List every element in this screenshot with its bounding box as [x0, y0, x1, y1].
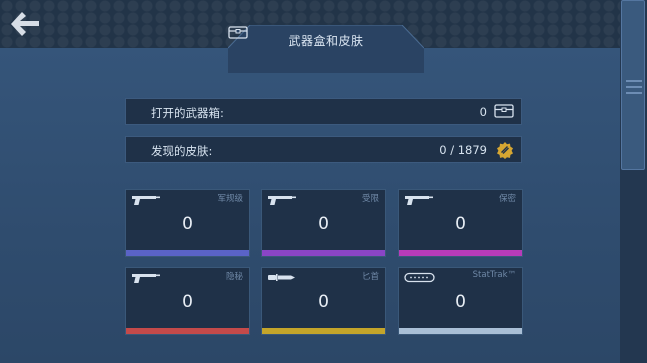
rarity-card: 军规级 0 [125, 189, 250, 257]
rarity-color-bar [126, 250, 249, 256]
back-arrow-icon [11, 12, 39, 36]
skins-found-value: 0 / 1879 [439, 143, 487, 157]
rarity-color-bar [262, 328, 385, 334]
rarity-label: 受限 [361, 194, 379, 204]
case-icon [228, 26, 248, 39]
rarity-color-bar [126, 328, 249, 334]
rarity-card: 受限 0 [261, 189, 386, 257]
rarity-label: 隐秘 [225, 272, 243, 282]
cases-opened-row: 打开的武器箱: 0 [125, 98, 522, 125]
rarity-count: 0 [455, 292, 466, 312]
page-title: 武器盒和皮肤 [288, 34, 364, 48]
grip-icon [626, 80, 642, 94]
rarity-card: 保密 0 [398, 189, 523, 257]
rarity-label: 匕首 [361, 272, 379, 282]
pistol-icon [268, 196, 296, 205]
cases-opened-label: 打开的武器箱: [151, 106, 224, 120]
title-tab: 武器盒和皮肤 [228, 25, 424, 73]
rarity-label: StatTrak™ [472, 270, 516, 280]
rarity-count: 0 [182, 292, 193, 312]
back-button[interactable] [9, 10, 41, 38]
stattrak-counter-icon [404, 272, 435, 283]
skins-found-row: 发现的皮肤: 0 / 1879 [125, 136, 522, 163]
rarity-label: 军规级 [217, 194, 243, 204]
skins-found-label: 发现的皮肤: [151, 144, 213, 158]
rarity-card: 隐秘 0 [125, 267, 250, 335]
skin-badge-icon [497, 142, 513, 159]
rarity-count: 0 [455, 214, 466, 234]
cases-opened-value: 0 [479, 105, 487, 119]
knife-icon [268, 274, 295, 281]
case-icon [494, 104, 514, 118]
rarity-count: 0 [318, 214, 329, 234]
rarity-card: 匕首 0 [261, 267, 386, 335]
pistol-icon [405, 196, 433, 205]
rarity-color-bar [262, 250, 385, 256]
pistol-icon [132, 274, 160, 283]
rarity-color-bar [399, 328, 522, 334]
pistol-icon [132, 196, 160, 205]
rarity-color-bar [399, 250, 522, 256]
rarity-card: StatTrak™ 0 [398, 267, 523, 335]
rarity-label: 保密 [498, 194, 516, 204]
rarity-count: 0 [318, 292, 329, 312]
rarity-count: 0 [182, 214, 193, 234]
